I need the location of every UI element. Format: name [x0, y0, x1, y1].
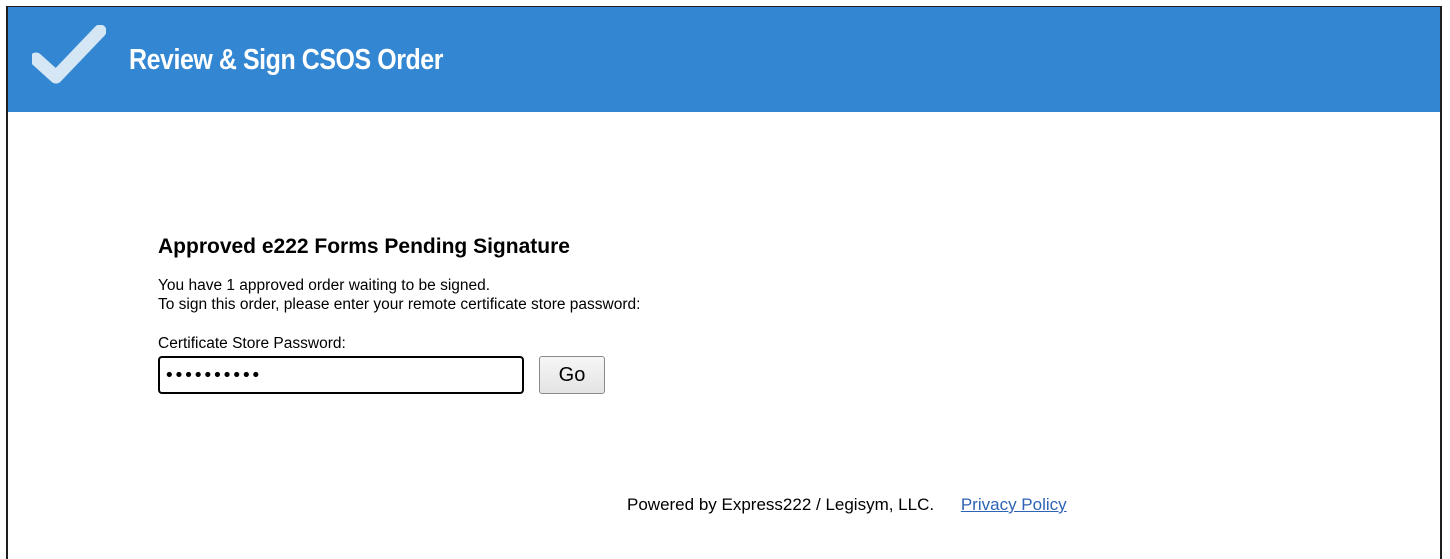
section-heading: Approved e222 Forms Pending Signature	[158, 235, 570, 258]
footer: Powered by Express222 / Legisym, LLC. Pr…	[627, 495, 1067, 515]
message-line-2: To sign this order, please enter your re…	[158, 296, 641, 313]
header-bar: Review & Sign CSOS Order	[8, 7, 1440, 112]
signature-panel: Approved e222 Forms Pending Signature Yo…	[158, 235, 1158, 394]
checkmark-icon	[32, 25, 106, 84]
page-frame: Review & Sign CSOS Order Approved e222 F…	[6, 6, 1442, 559]
privacy-policy-link[interactable]: Privacy Policy	[961, 495, 1067, 514]
go-button[interactable]: Go	[539, 356, 605, 394]
password-row: Go	[158, 356, 1158, 394]
powered-by-text: Powered by Express222 / Legisym, LLC.	[627, 495, 935, 514]
password-input[interactable]	[158, 356, 524, 394]
page-title: Review & Sign CSOS Order	[129, 44, 443, 76]
message-line-1: You have 1 approved order waiting to be …	[158, 277, 491, 294]
instruction-message: You have 1 approved order waiting to be …	[158, 276, 1158, 314]
password-label: Certificate Store Password:	[158, 335, 346, 352]
